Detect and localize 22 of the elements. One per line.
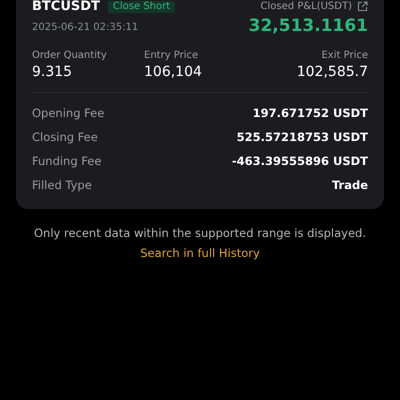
order-time: 2025-06-21 02:35:11: [32, 22, 140, 33]
detail-label: Opening Fee: [32, 106, 104, 120]
pnl-value: 32,513.1161: [248, 16, 368, 36]
stat-label: Exit Price: [321, 50, 368, 61]
pnl-label: Closed P&L(USDT): [260, 1, 352, 12]
history-link[interactable]: Search in full History: [140, 246, 260, 260]
stat-label: Order Quantity: [32, 50, 108, 61]
detail-value: 525.57218753 USDT: [236, 130, 368, 144]
detail-value: 197.671752 USDT: [252, 106, 368, 120]
detail-label: Funding Fee: [32, 154, 102, 168]
stat-value: 9.315: [32, 64, 74, 80]
stat-value: 102,585.7: [296, 64, 368, 80]
detail-value: -463.39555896 USDT: [232, 154, 368, 168]
detail-label: Closing Fee: [32, 130, 98, 144]
notice-text: Only recent data within the supported range is displayed.: [34, 226, 366, 240]
stat-label: Entry Price: [144, 50, 200, 61]
share-icon[interactable]: [357, 1, 368, 12]
stat-value: 106,104: [144, 64, 203, 80]
symbol-title: BTCUSDT: [32, 0, 100, 13]
detail-value: Trade: [332, 178, 368, 192]
detail-label: Filled Type: [32, 178, 92, 192]
side-badge: Close Short: [108, 0, 176, 12]
